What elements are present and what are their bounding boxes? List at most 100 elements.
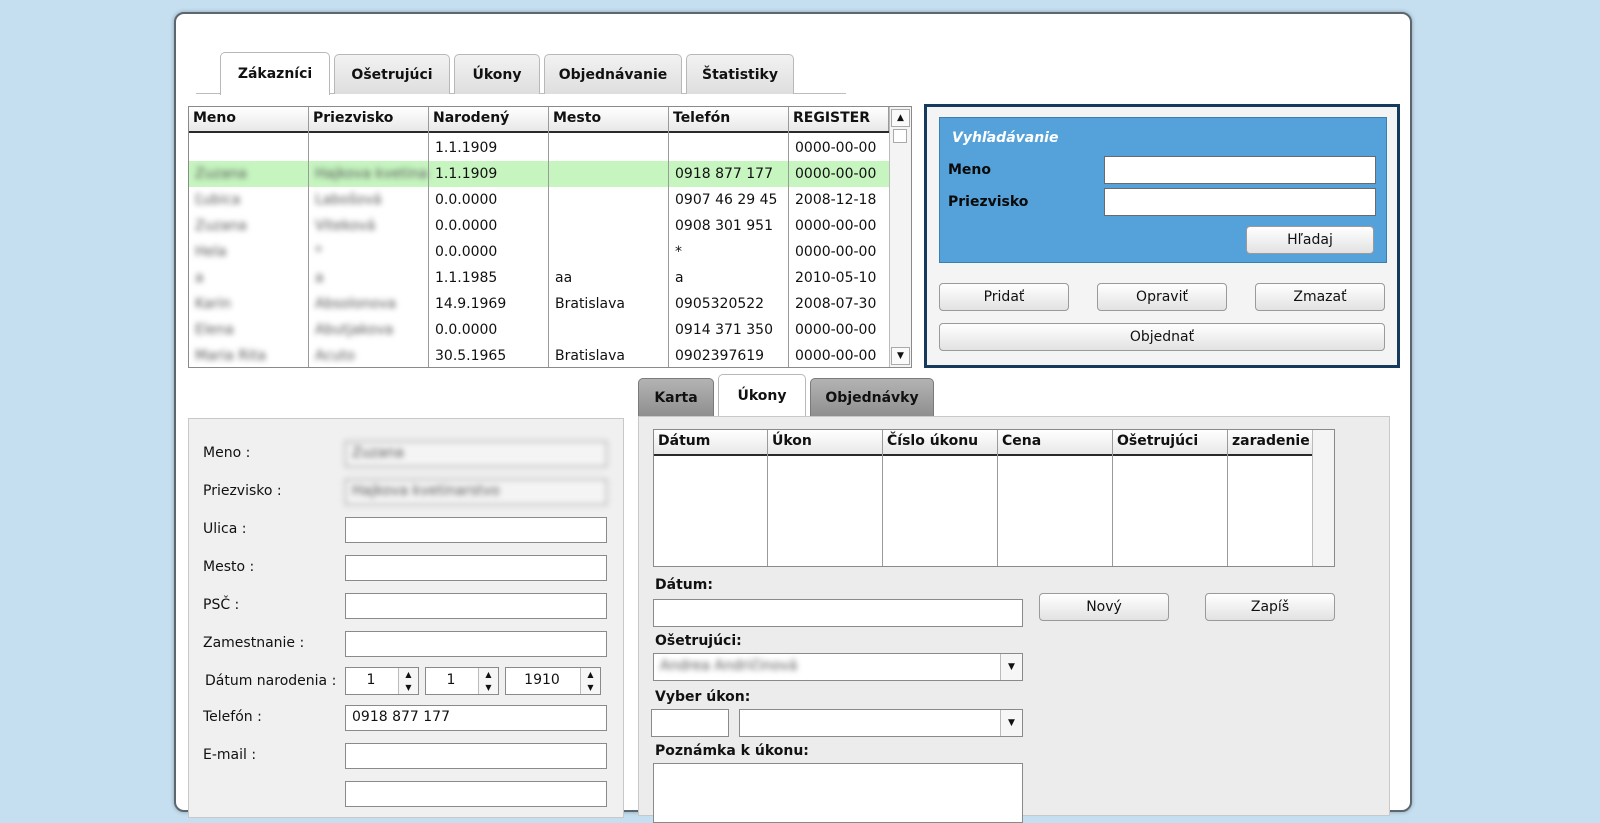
tab-ukony[interactable]: Úkony	[454, 54, 540, 94]
spin-up-icon[interactable]: ▲	[479, 668, 498, 681]
col-cena[interactable]: Cena	[998, 430, 1113, 454]
search-button[interactable]: Hľadaj	[1246, 226, 1374, 254]
col-telefon[interactable]: Telefón	[669, 107, 789, 131]
acts-table-header: Dátum Úkon Číslo úkonu Cena Ošetrujúci z…	[654, 430, 1314, 456]
chevron-down-icon[interactable]: ▼	[1000, 710, 1022, 736]
col-priezvisko[interactable]: Priezvisko	[309, 107, 429, 131]
table-row[interactable]: Maria Rita Acuto 30.5.1965 Bratislava 090239…	[189, 343, 889, 367]
osetrujuci-select[interactable]: Andrea Andričinová ▼	[653, 653, 1023, 681]
detail-tab-bar: Karta Úkony Objednávky	[638, 374, 938, 416]
ukon-code-input[interactable]	[651, 709, 729, 737]
acts-table[interactable]: Dátum Úkon Číslo úkonu Cena Ošetrujúci z…	[653, 429, 1335, 567]
scroll-down-icon[interactable]: ▼	[891, 347, 910, 365]
table-row[interactable]: Ľubica Labošová 0.0.0000 0907 46 29 45 2008-…	[189, 187, 889, 213]
mesto-label: Mesto :	[203, 559, 255, 575]
customers-table[interactable]: Meno Priezvisko Narodený Mesto Telefón R…	[188, 106, 912, 368]
spin-down-icon[interactable]: ▼	[479, 681, 498, 694]
day-spinner[interactable]: 1 ▲ ▼	[345, 667, 419, 695]
table-cell: 0.0.0000	[435, 218, 498, 234]
tab-zakaznici[interactable]: Zákazníci	[220, 52, 330, 95]
osetrujuci-value: Andrea Andričinová	[660, 658, 798, 674]
col-datum[interactable]: Dátum	[654, 430, 768, 454]
table-cell	[549, 187, 669, 213]
table-cell: 0000-00-00	[795, 244, 877, 260]
table-row[interactable]: Zuzana Viteková 0.0.0000 0908 301 951 0000-0…	[189, 213, 889, 239]
search-surname-input[interactable]	[1104, 188, 1376, 216]
poznamka-textarea[interactable]	[653, 763, 1023, 823]
col-zaradenie[interactable]: zaradenie	[1228, 430, 1314, 454]
priezvisko-input[interactable]: Hajkova kvetinarstvo	[345, 479, 607, 505]
scroll-up-icon[interactable]: ▲	[891, 109, 910, 127]
table-cell: 0905320522	[675, 296, 765, 312]
search-name-label: Meno	[948, 162, 992, 178]
zamestnanie-input[interactable]	[345, 631, 607, 657]
table-cell: Zuzana	[195, 166, 247, 182]
mesto-input[interactable]	[345, 555, 607, 581]
new-button[interactable]: Nový	[1039, 593, 1169, 621]
table-row[interactable]: Karin Absolonova 14.9.1969 Bratislava 090532…	[189, 291, 889, 317]
month-spinner-arrows[interactable]: ▲ ▼	[478, 668, 498, 694]
table-cell: Bratislava	[555, 296, 625, 312]
col-meno[interactable]: Meno	[189, 107, 309, 131]
table-cell: 14.9.1969	[435, 296, 507, 312]
table-cell: Zuzana	[195, 218, 247, 234]
tab-objednavanie[interactable]: Objednávanie	[544, 54, 682, 94]
tab-ukony-detail[interactable]: Úkony	[718, 374, 806, 416]
table-row[interactable]: Zuzana Hajkova kvetinarstvo 1.1.1909 0918 8…	[189, 161, 889, 187]
add-button[interactable]: Pridať	[939, 283, 1069, 311]
col-register[interactable]: REGISTER	[789, 107, 889, 131]
scroll-thumb[interactable]	[893, 129, 907, 143]
day-spinner-arrows[interactable]: ▲ ▼	[398, 668, 418, 694]
tab-objednavky[interactable]: Objednávky	[810, 378, 934, 416]
extra-input[interactable]	[345, 781, 607, 807]
table-cell: 0914 371 350	[675, 322, 773, 338]
year-spinner-arrows[interactable]: ▲ ▼	[580, 668, 600, 694]
edit-button[interactable]: Opraviť	[1097, 283, 1227, 311]
month-value: 1	[446, 672, 456, 688]
table-cell: *	[675, 244, 682, 260]
col-osetrujuci[interactable]: Ošetrujúci	[1113, 430, 1228, 454]
month-spinner[interactable]: 1 ▲ ▼	[425, 667, 499, 695]
table-cell	[189, 135, 309, 161]
table-row[interactable]: a a 1.1.1985 aa a 2010-05-10	[189, 265, 889, 291]
psc-input[interactable]	[345, 593, 607, 619]
write-button[interactable]: Zapíš	[1205, 593, 1335, 621]
col-narodeny[interactable]: Narodený	[429, 107, 549, 131]
ukon-select[interactable]: ▼	[739, 709, 1023, 737]
tab-karta[interactable]: Karta	[638, 378, 714, 416]
search-title: Vyhľadávanie	[952, 130, 1059, 146]
search-panel: Vyhľadávanie Meno Priezvisko Hľadaj	[939, 117, 1387, 263]
chevron-down-icon[interactable]: ▼	[1000, 654, 1022, 680]
table-cell	[669, 135, 789, 161]
table-row[interactable]: Elena Abutjakova 0.0.0000 0914 371 350 0000-…	[189, 317, 889, 343]
tab-statistiky[interactable]: Štatistiky	[686, 54, 794, 94]
spin-up-icon[interactable]: ▲	[581, 668, 600, 681]
customers-scrollbar[interactable]: ▲ ▼	[889, 107, 911, 367]
table-cell: 2010-05-10	[795, 270, 877, 286]
col-ukon[interactable]: Úkon	[768, 430, 883, 454]
table-cell: Absolonova	[315, 296, 397, 312]
table-cell: 0907 46 29 45	[675, 192, 778, 208]
delete-button[interactable]: Zmazať	[1255, 283, 1385, 311]
table-row[interactable]: 1.1.1909 0000-00-00	[189, 135, 889, 161]
act-osetrujuci-label: Ošetrujúci:	[655, 633, 742, 649]
col-cislo-ukonu[interactable]: Číslo úkonu	[883, 430, 998, 454]
order-button[interactable]: Objednať	[939, 323, 1385, 351]
telefon-input[interactable]: 0918 877 177	[345, 705, 607, 731]
spin-down-icon[interactable]: ▼	[581, 681, 600, 694]
table-cell: 0.0.0000	[435, 244, 498, 260]
table-row[interactable]: Hela * 0.0.0000 * 0000-00-00	[189, 239, 889, 265]
act-datum-input[interactable]	[653, 599, 1023, 627]
meno-input[interactable]: Zuzana	[345, 441, 607, 467]
spin-up-icon[interactable]: ▲	[399, 668, 418, 681]
tab-osetrujuci[interactable]: Ošetrujúci	[334, 54, 450, 94]
year-spinner[interactable]: 1910 ▲ ▼	[505, 667, 601, 695]
spin-down-icon[interactable]: ▼	[399, 681, 418, 694]
email-input[interactable]	[345, 743, 607, 769]
search-name-input[interactable]	[1104, 156, 1376, 184]
acts-scrollbar[interactable]	[1312, 430, 1334, 566]
table-cell	[549, 213, 669, 239]
email-label: E-mail :	[203, 747, 257, 763]
ulica-input[interactable]	[345, 517, 607, 543]
col-mesto[interactable]: Mesto	[549, 107, 669, 131]
